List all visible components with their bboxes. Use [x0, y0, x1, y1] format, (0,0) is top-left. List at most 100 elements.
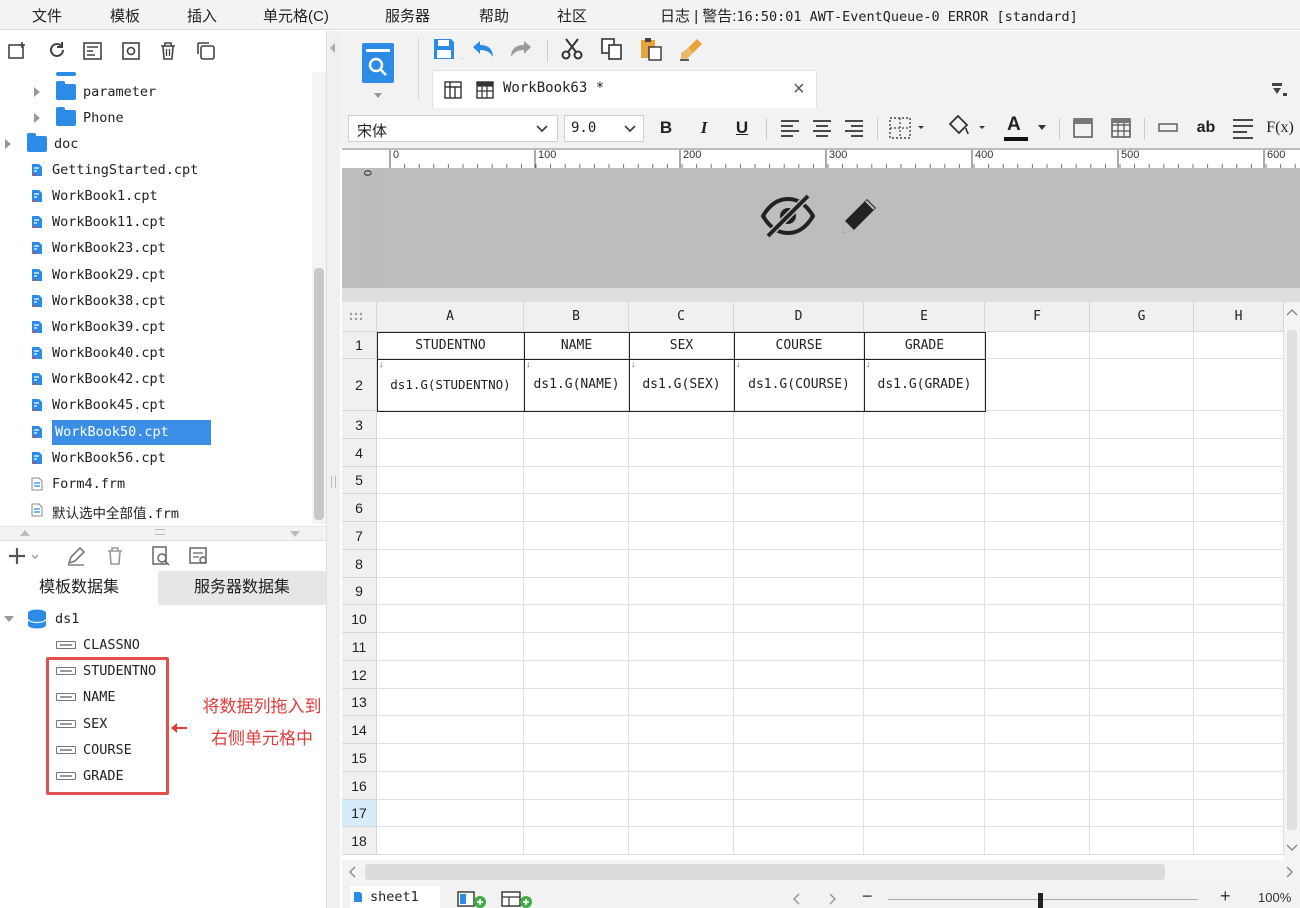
- grid-cell[interactable]: [524, 633, 629, 661]
- row-header[interactable]: 8: [342, 550, 377, 578]
- column-header[interactable]: A: [377, 302, 524, 332]
- grid-cell[interactable]: [524, 661, 629, 689]
- settings-icon[interactable]: [120, 40, 142, 62]
- grid-cell[interactable]: [524, 494, 629, 522]
- grid-cell[interactable]: [864, 439, 985, 467]
- tree-file-item[interactable]: GettingStarted.cpt: [0, 158, 310, 182]
- grid-cell[interactable]: [629, 494, 734, 522]
- column-header[interactable]: G: [1090, 302, 1194, 332]
- grid-cell[interactable]: [377, 578, 524, 605]
- grid-cell[interactable]: [377, 800, 524, 827]
- chevron-right-icon[interactable]: [34, 113, 40, 123]
- column-header[interactable]: H: [1194, 302, 1284, 332]
- tree-file-item[interactable]: WorkBook56.cpt: [0, 446, 310, 470]
- grid-cell[interactable]: [985, 605, 1090, 633]
- grid-cell[interactable]: [1090, 359, 1194, 411]
- grid-cell[interactable]: [1090, 494, 1194, 522]
- grid-cell[interactable]: [734, 494, 864, 522]
- grid-cell[interactable]: [1090, 800, 1194, 827]
- menu-file[interactable]: 文件: [32, 5, 62, 26]
- grip-icon[interactable]: [331, 476, 336, 488]
- row-header[interactable]: 12: [342, 661, 377, 689]
- tree-file-item[interactable]: WorkBook1.cpt: [0, 184, 310, 208]
- grid-cell[interactable]: [524, 605, 629, 633]
- grid-cell[interactable]: [1194, 522, 1284, 550]
- zoom-slider-track[interactable]: [888, 899, 1198, 900]
- horizontal-scroll-thumb[interactable]: [365, 864, 1165, 880]
- dataset-settings-icon[interactable]: [188, 545, 210, 567]
- grid-cell[interactable]: [1194, 605, 1284, 633]
- tree-file-item[interactable]: 默认选中全部值.frm: [0, 498, 310, 522]
- row-header[interactable]: 17: [342, 800, 377, 827]
- text-field-icon[interactable]: [1157, 121, 1179, 135]
- grid-cell[interactable]: [1194, 550, 1284, 578]
- grid-cell[interactable]: [734, 550, 864, 578]
- grid-cell[interactable]: [864, 494, 985, 522]
- menu-community[interactable]: 社区: [557, 5, 587, 26]
- grid-cell[interactable]: [734, 467, 864, 494]
- grid-cell[interactable]: [1194, 744, 1284, 772]
- grid-cell[interactable]: [1090, 605, 1194, 633]
- grid-cell[interactable]: [629, 522, 734, 550]
- row-header[interactable]: 14: [342, 716, 377, 744]
- redo-icon[interactable]: [508, 38, 534, 60]
- column-header[interactable]: F: [985, 302, 1090, 332]
- tree-file-item[interactable]: Form4.frm: [0, 472, 310, 496]
- grid-cell[interactable]: [1194, 411, 1284, 439]
- grid-cell[interactable]: [1090, 332, 1194, 359]
- grid-cell[interactable]: [985, 522, 1090, 550]
- column-header[interactable]: D: [734, 302, 864, 332]
- grid-cell[interactable]: [1090, 772, 1194, 800]
- grid-cell[interactable]: [1090, 439, 1194, 467]
- row-header[interactable]: 18: [342, 827, 377, 855]
- grid-cell[interactable]: [734, 827, 864, 855]
- tab-server-dataset[interactable]: 服务器数据集: [158, 571, 326, 605]
- grid-cell[interactable]: [377, 467, 524, 494]
- scroll-left-icon[interactable]: [348, 866, 356, 878]
- grid-cell[interactable]: [377, 716, 524, 744]
- grid-cell[interactable]: [377, 689, 524, 716]
- tree-folder-phone[interactable]: Phone: [0, 106, 310, 130]
- grid-cell[interactable]: [985, 772, 1090, 800]
- dataset-column-item[interactable]: CLASSNO: [0, 633, 300, 657]
- grid-cell[interactable]: [1090, 522, 1194, 550]
- grid-cell[interactable]: [1090, 633, 1194, 661]
- grid-cell[interactable]: [1194, 772, 1284, 800]
- grid-cell[interactable]: [524, 439, 629, 467]
- menu-template[interactable]: 模板: [110, 5, 140, 26]
- add-dataset-icon[interactable]: [6, 545, 40, 567]
- paste-icon[interactable]: [638, 36, 664, 62]
- copy-icon[interactable]: [195, 40, 217, 62]
- row-header[interactable]: 3: [342, 411, 377, 439]
- tree-folder-parameter[interactable]: parameter: [0, 80, 310, 104]
- dataset-column-item[interactable]: COURSE: [0, 738, 300, 762]
- border-icon[interactable]: [888, 116, 928, 140]
- collapse-left-icon[interactable]: [330, 43, 335, 53]
- row-header[interactable]: 5: [342, 467, 377, 494]
- row-header[interactable]: 2: [342, 359, 377, 411]
- grid-cell[interactable]: [734, 411, 864, 439]
- text-wrap-button[interactable]: ab: [1194, 116, 1218, 140]
- grid-cell[interactable]: [864, 522, 985, 550]
- grid-cell[interactable]: [1194, 467, 1284, 494]
- grid-cell[interactable]: [864, 716, 985, 744]
- align-center-icon[interactable]: [811, 118, 833, 138]
- grid-cell[interactable]: [629, 467, 734, 494]
- column-header[interactable]: C: [629, 302, 734, 332]
- add-form-sheet-icon[interactable]: [500, 890, 534, 908]
- font-family-select[interactable]: 宋体: [348, 115, 558, 142]
- row-header[interactable]: 1: [342, 332, 377, 359]
- prev-sheet-icon[interactable]: [793, 893, 801, 905]
- grid-cell[interactable]: [629, 800, 734, 827]
- tree-folder-doc[interactable]: doc: [0, 132, 310, 156]
- grid-cell[interactable]: [734, 633, 864, 661]
- grid-cell[interactable]: [985, 827, 1090, 855]
- grid-cell[interactable]: [734, 689, 864, 716]
- chevron-down-icon[interactable]: [4, 616, 14, 622]
- font-size-select[interactable]: 9.0: [564, 115, 644, 142]
- parameter-pane[interactable]: [342, 148, 1300, 288]
- grid-cell[interactable]: [734, 772, 864, 800]
- grid-cell[interactable]: [864, 411, 985, 439]
- column-header[interactable]: B: [524, 302, 629, 332]
- grid-cell[interactable]: [524, 800, 629, 827]
